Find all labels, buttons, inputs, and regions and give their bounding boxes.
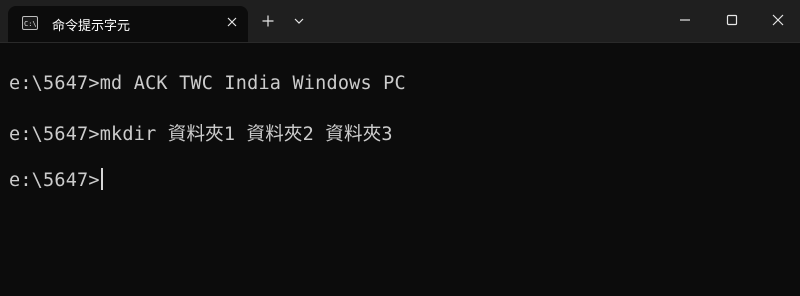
prompt: e:\5647> (9, 73, 100, 94)
terminal-line: e:\5647>md ACK TWC India Windows PC (9, 73, 406, 94)
minimize-icon[interactable] (673, 8, 697, 32)
title-bar[interactable]: C:\ 命令提示字元 (0, 0, 800, 43)
prompt: e:\5647> (9, 170, 100, 191)
terminal-input-line[interactable]: e:\5647> (9, 168, 103, 191)
terminal-line: e:\5647>mkdir 資料夾1 資料夾2 資料夾3 (9, 120, 393, 146)
tab-title: 命令提示字元 (52, 19, 131, 34)
prompt: e:\5647> (9, 124, 100, 145)
chevron-down-icon[interactable] (290, 12, 308, 30)
command-text: md ACK TWC India Windows PC (99, 73, 406, 94)
tab-close-icon[interactable] (224, 14, 240, 30)
terminal-window: C:\ 命令提示字元 e:\5647>md ACK TWC India Wind… (0, 0, 800, 296)
svg-text:C:\: C:\ (24, 20, 36, 28)
close-icon[interactable] (766, 8, 790, 32)
maximize-icon[interactable] (720, 8, 744, 32)
text-cursor (100, 168, 103, 190)
plus-icon[interactable] (259, 12, 277, 30)
cmd-icon: C:\ (22, 16, 38, 30)
tab-command-prompt[interactable]: C:\ 命令提示字元 (8, 6, 248, 42)
command-text: mkdir 資料夾1 資料夾2 資料夾3 (99, 124, 393, 145)
terminal-output[interactable]: e:\5647>md ACK TWC India Windows PC e:\5… (0, 43, 800, 296)
